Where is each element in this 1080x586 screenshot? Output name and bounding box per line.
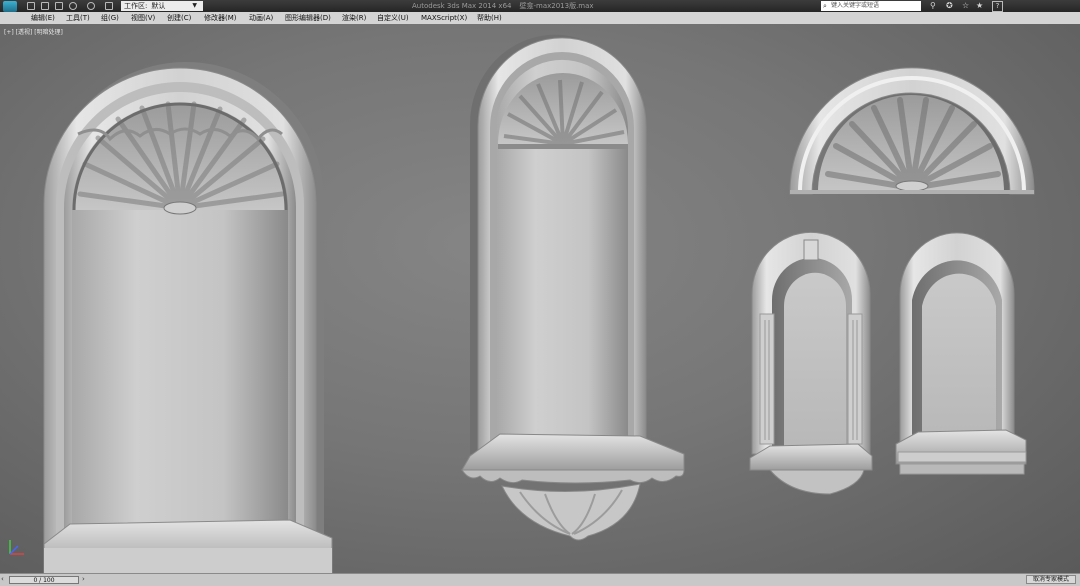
menu-maxscript[interactable]: MAXScript(X): [421, 12, 467, 24]
search-icon: ⌕: [823, 2, 827, 10]
time-slider[interactable]: 0 / 100: [9, 576, 79, 584]
cancel-expert-mode-button[interactable]: 取消专家模式: [1026, 575, 1076, 584]
menu-customize[interactable]: 自定义(U): [377, 12, 409, 24]
menu-help[interactable]: 帮助(H): [477, 12, 502, 24]
status-bar: ‹ 0 / 100 › 取消专家模式: [0, 573, 1080, 586]
help-icon[interactable]: ?: [992, 1, 1003, 12]
workspace-dropdown[interactable]: 工作区: 默认 ▼: [121, 1, 203, 11]
subscription-icon[interactable]: ✪: [946, 1, 953, 11]
undo-icon[interactable]: [69, 2, 77, 10]
chevron-down-icon: ▼: [192, 2, 197, 9]
menu-group[interactable]: 组(G): [101, 12, 119, 24]
viewport-label[interactable]: [+] [透视] [明暗处理]: [4, 27, 63, 36]
shell-arch-model: [789, 67, 1035, 195]
menu-rendering[interactable]: 渲染(R): [342, 12, 366, 24]
workspace-label: 工作区:: [124, 2, 148, 10]
menu-animation[interactable]: 动画(A): [249, 12, 273, 24]
workspace-value: 默认: [151, 2, 166, 10]
menu-tools[interactable]: 工具(T): [66, 12, 90, 24]
scene-render: [43, 34, 1035, 573]
niche-model-large: [43, 62, 333, 573]
app-menu-icon[interactable]: [3, 1, 17, 12]
menu-graph-editors[interactable]: 图形编辑器(D): [285, 12, 331, 24]
redo-icon[interactable]: [87, 2, 95, 10]
niche-model-bowl: [461, 34, 685, 541]
frame-counter: 0 / 100: [33, 577, 55, 584]
save-file-icon[interactable]: [55, 2, 63, 10]
search-input[interactable]: ⌕ 键入关键字或短语: [821, 1, 921, 11]
new-file-icon[interactable]: [27, 2, 35, 10]
simple-niche-model: [895, 232, 1027, 475]
menu-create[interactable]: 创建(C): [167, 12, 191, 24]
time-slider-next-icon[interactable]: ›: [82, 575, 85, 583]
window-title: Autodesk 3ds Max 2014 x64 壁龛-max2013版.max: [412, 0, 594, 12]
file-name: 壁龛-max2013版.max: [519, 2, 594, 10]
binoculars-icon[interactable]: ⚲: [930, 1, 936, 11]
menu-views[interactable]: 视图(V): [131, 12, 155, 24]
menu-modifiers[interactable]: 修改器(M): [204, 12, 237, 24]
communication-center-icon[interactable]: ☆: [962, 1, 969, 11]
title-bar: 工作区: 默认 ▼ Autodesk 3ds Max 2014 x64 壁龛-max…: [0, 0, 1080, 12]
time-slider-prev-icon[interactable]: ‹: [1, 575, 4, 583]
world-axis-icon: [9, 540, 24, 555]
pillar-niche-model: [749, 231, 873, 495]
perspective-viewport[interactable]: [+] [透视] [明暗处理]: [0, 24, 1080, 573]
search-placeholder: 键入关键字或短语: [831, 2, 880, 9]
app-title: Autodesk 3ds Max 2014 x64: [412, 2, 512, 10]
open-file-icon[interactable]: [41, 2, 49, 10]
project-folder-icon[interactable]: [105, 2, 113, 10]
menu-edit[interactable]: 编辑(E): [31, 12, 55, 24]
favorites-icon[interactable]: ★: [976, 1, 983, 11]
